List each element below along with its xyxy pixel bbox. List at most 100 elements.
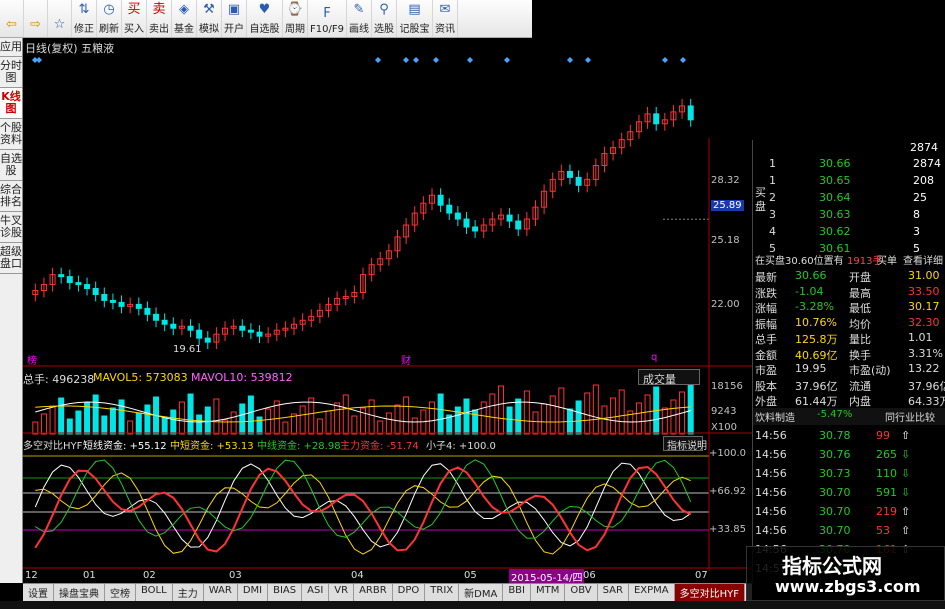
industry-name[interactable]: 饮料制造 (755, 409, 795, 424)
ob-level: 4 (769, 225, 776, 238)
toolbar-button[interactable]: ⚲ 选股 (372, 0, 397, 37)
candle-body (101, 293, 108, 301)
left-tab[interactable]: 自选股 (0, 150, 22, 181)
volume-bar (187, 393, 194, 435)
indicator-tab[interactable]: MTM (531, 584, 566, 601)
event-marker[interactable]: 财 (401, 352, 411, 367)
indicator-tab[interactable]: EXPMA (629, 584, 675, 601)
toolbar-button[interactable]: F F10/F9 (308, 0, 347, 37)
indicator-tab[interactable]: 新DMA (459, 584, 504, 601)
detail-link[interactable]: 查看详细 (903, 252, 943, 267)
quote-value: 3.31% (908, 346, 943, 360)
date-tick: 12 (25, 570, 38, 581)
kline-svg[interactable] (23, 38, 752, 583)
toolbar-button-label: 开户 (224, 24, 244, 35)
indicator-tab[interactable]: WAR (204, 584, 238, 601)
candle-body (153, 313, 160, 321)
toolbar-button-label: 记股宝 (399, 24, 430, 35)
volume-bar (204, 406, 211, 435)
volume-bar (213, 398, 220, 435)
arrow-up-icon: ⇧ (901, 429, 911, 442)
indicator-tab[interactable]: BOLL (136, 584, 173, 601)
event-diamond (680, 57, 686, 63)
toolbar-button[interactable]: ♥ 自选股 (247, 0, 283, 37)
industry-compare-button[interactable]: 同行业比较 (885, 409, 935, 424)
indicator-tab[interactable]: SAR (598, 584, 629, 601)
indicator-panel (23, 455, 709, 555)
candle-body (687, 105, 694, 121)
volume-bar (84, 402, 91, 435)
toolbar-button[interactable]: ✉ 资讯 (433, 0, 458, 37)
left-tab[interactable]: 综合排名 (0, 181, 22, 212)
left-tab[interactable]: 分时图 (0, 57, 22, 88)
volume-bar (196, 414, 203, 435)
tick-price: 30.78 (819, 429, 851, 442)
chart-area[interactable]: 日线(复权) 五粮液 28.32 25.89 25.18 22.00 19.61… (23, 38, 752, 584)
candle-body (463, 218, 470, 228)
indicator-tab[interactable]: ARBR (354, 584, 393, 601)
indicator-help-button[interactable]: 指标说明 (663, 436, 707, 452)
indicator-tab[interactable]: 设置 (23, 584, 54, 601)
indicator-tab[interactable]: 操盘宝典 (54, 584, 105, 601)
tick-time: 14:56 (755, 486, 787, 499)
left-tab[interactable]: 超级盘口 (0, 243, 22, 274)
indicator-tab[interactable]: BIAS (268, 584, 303, 601)
candle-body (515, 220, 522, 230)
orderbook-row[interactable]: 2 30.64 25 (753, 190, 945, 207)
price-tick: 28.32 (711, 175, 740, 186)
toolbar-button[interactable]: ⇅ 修正 (72, 0, 97, 37)
left-tab[interactable]: 牛叉诊股 (0, 212, 22, 243)
indicator-tab[interactable]: BBI (503, 584, 531, 601)
toolbar-button[interactable]: ⇨ (24, 0, 48, 37)
left-tab-bar: 应用 分时图 K线图 个股资料 自选股 综合排名 牛叉诊股 超级盘口 (0, 38, 23, 583)
toolbar-button[interactable]: ✎ 画线 (347, 0, 372, 37)
forward-arrow-icon: ⇨ (30, 17, 41, 32)
volume-bar (403, 396, 410, 435)
hammer-icon: ⚒ (203, 2, 215, 17)
event-marker[interactable]: 榜 (27, 352, 37, 367)
toolbar-button[interactable]: 卖卖出 (147, 0, 172, 37)
orderbook-row[interactable]: 1 30.65 208 (753, 173, 945, 190)
indicator-tab[interactable]: 多空对比HYF (674, 584, 746, 601)
left-tab[interactable]: 应用 (0, 38, 22, 57)
toolbar-button-label: 周期 (285, 24, 305, 35)
indicator-tab[interactable]: OBV (565, 584, 598, 601)
left-tab[interactable]: 个股资料 (0, 119, 22, 150)
candle-body (75, 282, 82, 286)
toolbar-button[interactable]: ⌚ 周期 (283, 0, 308, 37)
toolbar-button[interactable]: 买买入 (122, 0, 147, 37)
ob-price: 30.63 (819, 208, 851, 221)
buy-order-link[interactable]: 买单 (877, 252, 897, 267)
orderbook-row[interactable]: 3 30.63 8 (753, 207, 945, 224)
orderbook-row[interactable]: 1 30.66 2874 (753, 156, 945, 173)
volume-bar (75, 410, 82, 435)
indicator-tab[interactable]: TRIX (425, 584, 460, 601)
f10-icon: F (323, 6, 331, 21)
volume-bar (291, 413, 298, 435)
indicator-tab[interactable]: VR (329, 584, 355, 601)
candle-body (472, 226, 479, 232)
vol-mavol10: MAVOL10: 539812 (191, 371, 293, 384)
toolbar-button[interactable]: ▣ 开户 (222, 0, 247, 37)
volume-bar (308, 397, 315, 435)
indicator-tab[interactable]: 空榜 (105, 584, 136, 601)
toolbar-button[interactable]: ☆ (48, 0, 72, 37)
date-tick: 03 (229, 570, 242, 581)
chart-header: 日线(复权) 五粮液 (25, 42, 115, 55)
indicator-tab[interactable]: DPO (393, 584, 426, 601)
indicator-tab[interactable]: ASI (302, 584, 330, 601)
toolbar-button[interactable]: ◈ 基金 (172, 0, 197, 37)
volume-dropdown[interactable]: 成交量 (638, 369, 700, 386)
indicator-tab[interactable]: DMI (238, 584, 269, 601)
toolbar-button[interactable]: ⚒ 模拟 (197, 0, 222, 37)
event-marker[interactable]: q (651, 352, 657, 363)
toolbar-button[interactable]: ⇦ (0, 0, 24, 37)
toolbar-button[interactable]: ▤ 记股宝 (397, 0, 433, 37)
orderbook-row[interactable]: 4 30.62 3 (753, 224, 945, 241)
volume-bar (265, 408, 272, 435)
volume-bar (32, 421, 39, 435)
sell-icon: 卖 (152, 2, 166, 17)
indicator-tab[interactable]: 主力 (173, 584, 204, 601)
left-tab[interactable]: K线图 (0, 88, 22, 119)
toolbar-button[interactable]: ◷ 刷新 (97, 0, 122, 37)
